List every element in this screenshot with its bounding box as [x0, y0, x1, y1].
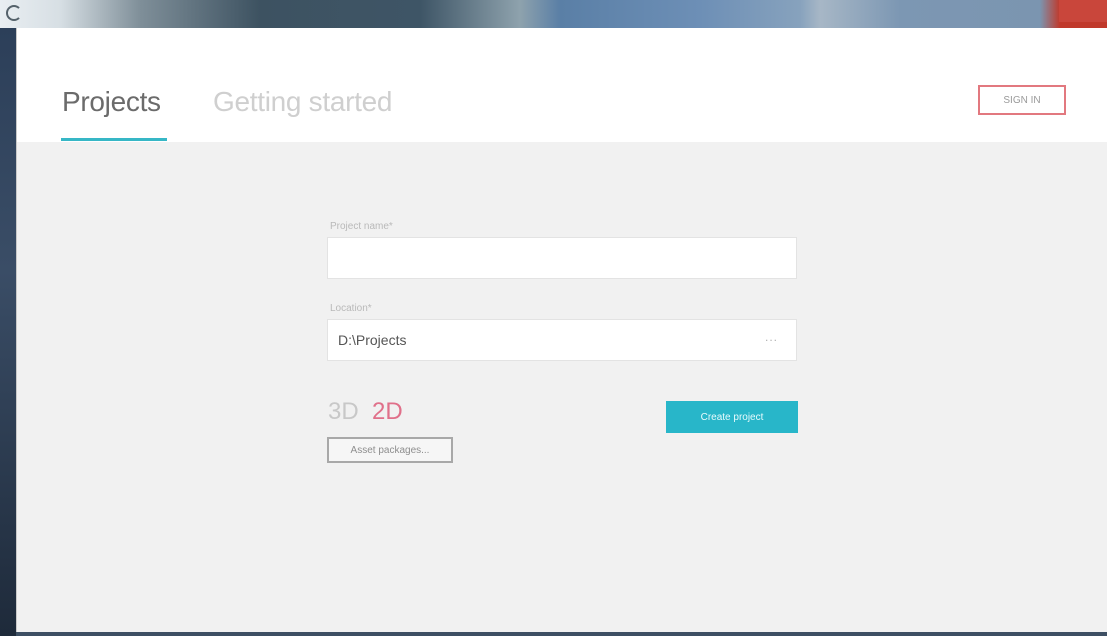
mode-3d-toggle[interactable]: 3D — [328, 398, 359, 426]
asset-packages-button[interactable]: Asset packages... — [327, 437, 453, 463]
window-close-button[interactable] — [1059, 0, 1107, 22]
sign-in-button[interactable]: SIGN IN — [978, 85, 1066, 115]
tab-projects[interactable]: Projects — [62, 86, 161, 118]
desktop-background — [0, 28, 16, 636]
project-name-input[interactable] — [327, 237, 797, 279]
header: Projects Getting started SIGN IN — [17, 28, 1107, 142]
window-titlebar — [0, 0, 1107, 28]
location-input[interactable] — [327, 319, 797, 361]
window-bottom-edge — [16, 632, 1107, 636]
project-name-label: Project name* — [330, 221, 393, 232]
mode-2d-toggle[interactable]: 2D — [372, 398, 403, 426]
create-project-button[interactable]: Create project — [666, 401, 798, 433]
browse-location-button[interactable]: ... — [765, 330, 778, 344]
launcher-window: Projects Getting started SIGN IN Project… — [16, 28, 1107, 634]
active-tab-indicator — [61, 138, 167, 141]
location-label: Location* — [330, 303, 372, 314]
tab-getting-started[interactable]: Getting started — [213, 86, 392, 118]
app-icon — [6, 5, 22, 21]
